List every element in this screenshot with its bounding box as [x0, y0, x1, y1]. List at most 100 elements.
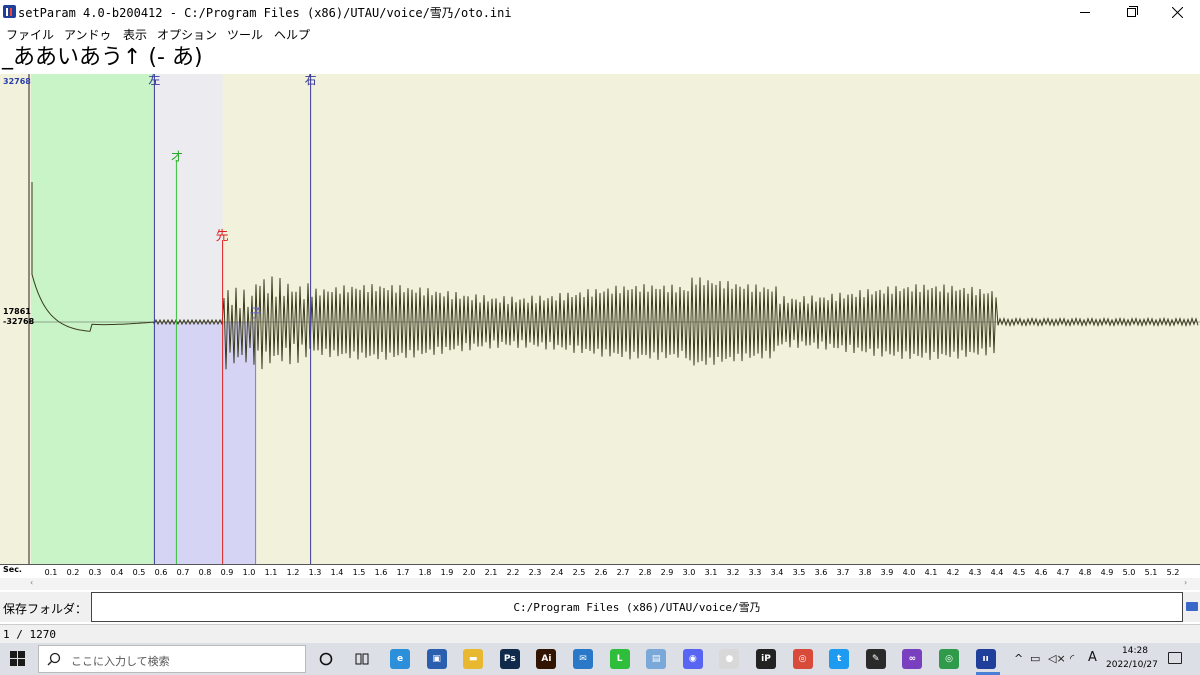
status-bar: 1 / 1270 [0, 624, 1200, 643]
palette-icon[interactable]: ● [719, 649, 740, 669]
scroll-right-arrow-icon[interactable]: › [1184, 578, 1187, 587]
overlap-marker-label: オ [170, 150, 183, 165]
time-tick-label: 2.4 [550, 568, 564, 577]
time-tick-label: 5.2 [1166, 568, 1180, 577]
save-folder-field[interactable]: C:/Program Files (x86)/UTAU/voice/雪乃 [91, 592, 1183, 622]
window-title: setParam 4.0-b200412 - C:/Program Files … [18, 6, 512, 20]
line-icon[interactable]: L [609, 649, 630, 669]
minimize-button[interactable] [1062, 0, 1108, 24]
chrome-alt-icon[interactable]: ◎ [939, 649, 959, 669]
illustrator-icon[interactable]: Ai [536, 649, 557, 669]
cortana-button[interactable] [316, 649, 336, 669]
visual-studio-icon[interactable]: ∞ [902, 649, 923, 669]
edge-icon[interactable]: e [390, 649, 410, 669]
time-tick-label: 2.0 [462, 568, 476, 577]
menu-view[interactable]: 表示 [123, 26, 147, 43]
time-axis-label: Sec. [3, 565, 22, 574]
notepad-icon[interactable]: ▤ [646, 649, 667, 669]
consonant-region [154, 322, 256, 564]
start-button[interactable] [10, 651, 26, 667]
amplitude-max-label: 32768 [3, 77, 31, 86]
menu-options[interactable]: オプション [157, 26, 217, 43]
task-view-icon [355, 653, 369, 665]
time-tick-label: 2.1 [484, 568, 498, 577]
time-tick-label: 0.8 [198, 568, 212, 577]
photoshop-icon[interactable]: Ps [499, 649, 520, 669]
time-tick-label: 1.1 [264, 568, 278, 577]
time-tick-label: 2.3 [528, 568, 542, 577]
time-tick-label: 3.1 [704, 568, 718, 577]
mail-icon[interactable]: ✉ [573, 649, 593, 669]
close-button[interactable] [1154, 0, 1200, 24]
time-tick-label: 0.1 [44, 568, 58, 577]
battery-icon[interactable]: ▭ [1030, 652, 1040, 665]
time-tick-label: 1.5 [352, 568, 366, 577]
menu-help[interactable]: ヘルプ [274, 26, 310, 43]
time-tick-label: 1.9 [440, 568, 454, 577]
restore-icon [1126, 5, 1138, 17]
tray-overflow-icon[interactable]: ^ [1014, 652, 1023, 665]
notification-icon[interactable] [1168, 652, 1182, 664]
windows-taskbar: ここに入力して検索 e ▣ ▬ Ps Ai ✉ L ▤ ◉ ● iP ◎ t ✎ ∞ ◎ ıı ^ ▭ ◁× ◜… [0, 643, 1200, 675]
sticky-icon[interactable]: ✎ [865, 649, 886, 669]
waveform-canvas[interactable]: 左 右 オ 先 子 [0, 74, 1200, 564]
time-tick-label: 0.2 [66, 568, 80, 577]
menu-bar: ファイル アンドゥ 表示 オプション ツール ヘルプ [0, 25, 1200, 43]
time-tick-label: 1.0 [242, 568, 256, 577]
amplitude-mid-label: 17861 [3, 307, 31, 316]
horizontal-scrollbar[interactable]: ‹ › [0, 578, 1200, 590]
setparam-app-icon [3, 5, 16, 18]
time-tick-label: 1.6 [374, 568, 388, 577]
time-tick-label: 1.7 [396, 568, 410, 577]
scroll-left-arrow-icon[interactable]: ‹ [30, 578, 33, 587]
menu-undo[interactable]: アンドゥ [64, 26, 112, 43]
right-marker-label: 右 [305, 74, 317, 87]
clip-studio-icon[interactable]: iP [756, 649, 776, 669]
time-tick-label: 3.6 [814, 568, 828, 577]
restore-button[interactable] [1108, 0, 1154, 24]
time-tick-label: 5.1 [1144, 568, 1158, 577]
explorer-icon[interactable]: ▬ [463, 649, 484, 669]
time-tick-label: 1.4 [330, 568, 344, 577]
store-icon[interactable]: ▣ [426, 649, 447, 669]
volume-muted-icon[interactable]: ◁× [1048, 652, 1066, 665]
title-bar: setParam 4.0-b200412 - C:/Program Files … [0, 0, 1200, 24]
time-tick-label: 2.8 [638, 568, 652, 577]
search-icon [47, 652, 61, 666]
entry-counter: 1 / 1270 [3, 628, 56, 641]
cortana-icon [319, 652, 333, 666]
time-tick-label: 0.5 [132, 568, 146, 577]
setparam-icon[interactable]: ıı [975, 649, 996, 669]
task-view-button[interactable] [352, 649, 372, 669]
wifi-icon[interactable]: ◜ [1070, 652, 1074, 665]
time-tick-label: 2.9 [660, 568, 674, 577]
time-tick-label: 4.8 [1078, 568, 1092, 577]
ime-indicator[interactable]: A [1088, 650, 1097, 665]
clock-date[interactable]: 2022/10/27 [1106, 660, 1158, 670]
twitter-icon[interactable]: t [829, 649, 850, 669]
left-marker-label: 左 [148, 74, 160, 87]
discord-icon[interactable]: ◉ [682, 649, 703, 669]
time-ruler: Sec. 0.1 0.2 0.3 0.4 0.5 0.6 0.7 0.8 0.9 1.0 1.1 1.… [0, 564, 1200, 578]
time-tick-label: 0.4 [110, 568, 124, 577]
taskbar-search[interactable]: ここに入力して検索 [38, 645, 306, 673]
time-tick-label: 0.3 [88, 568, 102, 577]
time-tick-label: 0.7 [176, 568, 190, 577]
save-folder-label: 保存フォルダ： [3, 602, 88, 616]
time-tick-label: 4.0 [902, 568, 916, 577]
time-tick-label: 4.7 [1056, 568, 1070, 577]
menu-file[interactable]: ファイル [6, 26, 54, 43]
consonant-marker-label: 子 [250, 306, 262, 320]
save-folder-row: 保存フォルダ： C:/Program Files (x86)/UTAU/voic… [0, 592, 1200, 622]
time-tick-label: 2.7 [616, 568, 630, 577]
time-tick-label: 3.7 [836, 568, 850, 577]
chrome-icon[interactable]: ◎ [792, 649, 813, 669]
time-tick-label: 0.6 [154, 568, 168, 577]
waveform-editor[interactable]: 左 右 オ 先 子 32768 17861 -32768 [0, 74, 1200, 564]
clock-time[interactable]: 14:28 [1118, 646, 1152, 656]
menu-tools[interactable]: ツール [227, 26, 263, 43]
folder-icon[interactable] [1186, 602, 1198, 611]
time-tick-label: 1.8 [418, 568, 432, 577]
time-tick-label: 4.9 [1100, 568, 1114, 577]
time-tick-label: 4.3 [968, 568, 982, 577]
